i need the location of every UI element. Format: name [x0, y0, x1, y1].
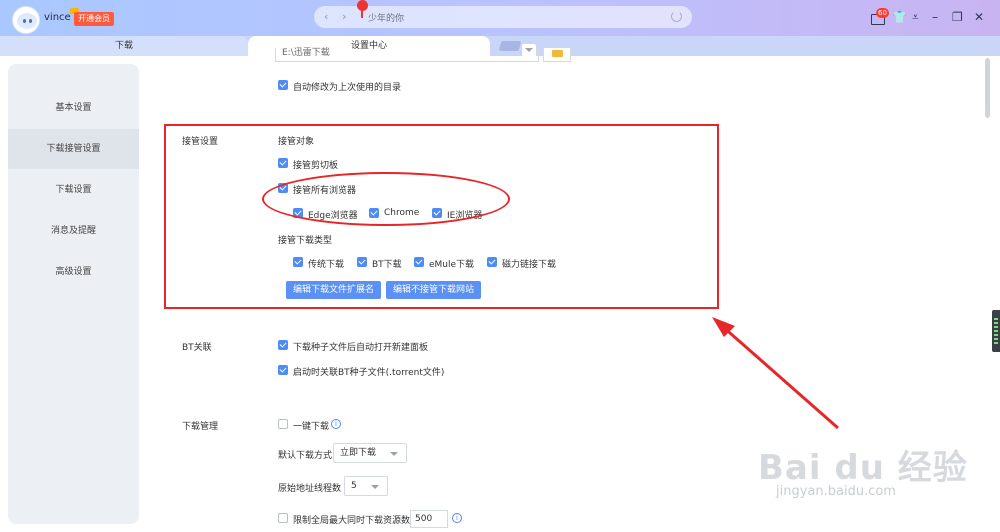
baidu-watermark: Bai du 经验: [758, 448, 968, 488]
watermark-url: jingyan.baidu.com: [776, 484, 896, 499]
